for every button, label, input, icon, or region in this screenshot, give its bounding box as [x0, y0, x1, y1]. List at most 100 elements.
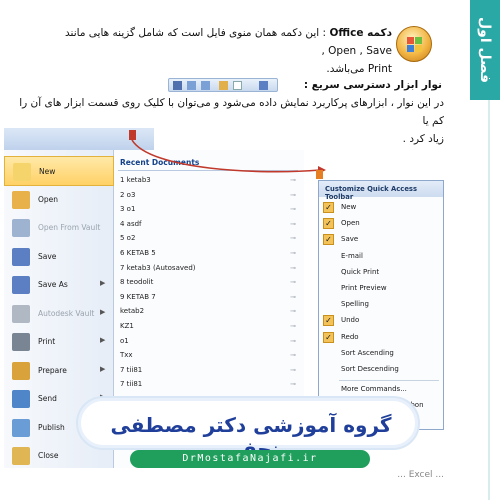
qat-option-label: Sort Descending	[341, 365, 399, 373]
qat-option-print-preview[interactable]: Print Preview	[319, 282, 443, 295]
pin-icon[interactable]: ⊸	[290, 366, 296, 374]
recent-document-item[interactable]: 4 asdf ⊸	[120, 220, 300, 233]
watermark-banner: گروه آموزشی دکتر مصطفی نجفی	[78, 398, 418, 461]
office-menu-item-prepare[interactable]: Prepare ▶	[4, 356, 114, 386]
menu-item-label: Autodesk Vault	[38, 308, 95, 318]
office-menu-item-print[interactable]: Print ▶	[4, 327, 114, 357]
recent-document-label: 2 o3	[120, 190, 136, 199]
office-menu-item-new[interactable]: New	[4, 156, 114, 186]
recent-document-item[interactable]: 7 ketab3 (Autosaved) ⊸	[120, 264, 300, 277]
pin-icon[interactable]: ⊸	[290, 234, 296, 242]
qat-option-new[interactable]: ✓ New	[319, 201, 443, 214]
pin-icon[interactable]: ⊸	[290, 380, 296, 388]
menu-item-icon	[12, 219, 30, 237]
recent-document-label: 5 o2	[120, 234, 136, 243]
recent-document-label: 9 KETAB 7	[120, 292, 156, 301]
qat-heading-line: نوار ابزار دسترسی سریع :	[282, 76, 442, 94]
checkmark-icon: ✓	[323, 202, 334, 213]
menu-item-label: Print	[38, 337, 56, 346]
pin-icon[interactable]: ⊸	[290, 264, 296, 272]
qat-line-1: در این نوار ، ابزارهای پرکاربرد نمایش دا…	[19, 97, 444, 127]
menu-item-icon	[12, 361, 30, 380]
pin-icon[interactable]: ⊸	[290, 307, 296, 315]
menu-item-label: Prepare	[38, 365, 67, 375]
office-button-icon	[396, 26, 432, 62]
office-menu-item-open[interactable]: Open	[4, 185, 114, 215]
customize-qat-menu: Customize Quick Access Toolbar ✓ New ✓ Open…	[318, 180, 444, 430]
pin-icon[interactable]: ⊸	[290, 205, 296, 213]
menu-item-label: Close	[38, 451, 59, 460]
recent-divider	[118, 170, 298, 171]
qat-option-more-commands-[interactable]: More Commands...	[319, 383, 443, 396]
menu-item-label: New	[39, 167, 56, 176]
recent-document-label: 4 asdf	[120, 219, 142, 228]
chapter-tab: فصل اول	[452, 0, 500, 500]
qat-option-sort-descending[interactable]: Sort Descending	[319, 363, 443, 376]
pin-icon[interactable]: ⊸	[290, 322, 296, 330]
chapter-tab-label: فصل اول	[477, 17, 493, 83]
qat-option-label: E-mail	[341, 251, 363, 260]
recent-document-item[interactable]: 8 teodolit ⊸	[120, 278, 300, 291]
menu-item-label: Publish	[38, 422, 65, 432]
menu-item-label: Save As	[38, 280, 68, 289]
qat-option-save[interactable]: ✓ Save	[319, 233, 443, 246]
checkmark-icon: ✓	[323, 234, 334, 246]
pin-icon[interactable]: ⊸	[290, 220, 296, 228]
recent-document-label: 1 ketab3	[120, 176, 151, 184]
qat-option-label: Quick Print	[341, 267, 380, 276]
recent-document-label: 7 tii81	[120, 380, 143, 389]
office-menu-item-autodesk-vault[interactable]: Autodesk Vault ▶	[4, 299, 114, 329]
recent-document-item[interactable]: KZ1 ⊸	[120, 322, 300, 335]
qat-option-label: Open	[341, 219, 360, 228]
qat-option-open[interactable]: ✓ Open	[319, 217, 443, 230]
menu-item-label: Open From Vault	[38, 223, 101, 232]
menu-item-label: Send	[38, 394, 57, 403]
recent-document-label: 7 tii81	[120, 365, 143, 374]
menu-item-icon	[12, 333, 30, 351]
pin-icon[interactable]: ⊸	[290, 278, 296, 286]
pin-icon[interactable]: ⊸	[290, 351, 296, 359]
recent-document-item[interactable]: 5 o2 ⊸	[120, 234, 300, 247]
recent-document-item[interactable]: ketab2 ⊸	[120, 307, 300, 320]
recent-document-item[interactable]: Txx ⊸	[120, 351, 300, 364]
qat-option-sort-ascending[interactable]: Sort Ascending	[319, 347, 443, 360]
recent-document-label: 3 o1	[120, 205, 136, 214]
pin-icon[interactable]: ⊸	[290, 293, 296, 301]
menu-item-icon	[12, 247, 30, 266]
recent-document-label: 7 ketab3 (Autosaved)	[120, 263, 196, 272]
recent-document-item[interactable]: 7 tii81 ⊸	[120, 380, 300, 393]
chapter-tab-line	[488, 100, 490, 500]
menu-item-label: Open	[38, 194, 59, 204]
office-heading: دکمه Office	[329, 27, 392, 39]
menu-item-icon	[12, 190, 30, 209]
qat-option-label: Print Preview	[341, 284, 387, 292]
recent-document-label: o1	[120, 336, 129, 345]
office-menu-item-save[interactable]: Save	[4, 242, 114, 272]
office-menu-item-save-as[interactable]: Save As ▶	[4, 270, 114, 300]
qat-option-redo[interactable]: ✓ Redo	[319, 331, 443, 344]
recent-document-item[interactable]: 2 o3 ⊸	[120, 191, 300, 204]
recent-document-item[interactable]: 3 o1 ⊸	[120, 205, 300, 218]
recent-document-item[interactable]: o1 ⊸	[120, 337, 300, 350]
recent-documents-title: Recent Documents	[120, 158, 200, 167]
pin-icon[interactable]: ⊸	[290, 249, 296, 257]
qat-option-e-mail[interactable]: E-mail	[319, 250, 443, 263]
window-titlebar	[4, 128, 154, 150]
pin-icon[interactable]: ⊸	[290, 191, 296, 199]
pin-icon[interactable]: ⊸	[290, 176, 296, 184]
pin-icon[interactable]: ⊸	[290, 337, 296, 345]
menu-item-icon	[12, 304, 30, 323]
menu-item-icon	[12, 418, 30, 437]
recent-document-item[interactable]: 6 KETAB 5 ⊸	[120, 249, 300, 262]
qat-option-undo[interactable]: ✓ Undo	[319, 314, 443, 327]
website-link[interactable]: DrMostafaNajafi.ir	[130, 450, 370, 468]
recent-document-label: KZ1	[120, 322, 134, 330]
office-menu-item-open-from-vault[interactable]: Open From Vault	[4, 213, 114, 243]
menu-separator	[339, 380, 439, 382]
recent-document-item[interactable]: 7 tii81 ⊸	[120, 366, 300, 379]
qat-option-spelling[interactable]: Spelling	[319, 298, 443, 311]
recent-document-item[interactable]: 1 ketab3 ⊸	[120, 176, 300, 189]
submenu-arrow-icon: ▶	[100, 364, 106, 373]
qat-option-quick-print[interactable]: Quick Print	[319, 266, 443, 279]
recent-document-item[interactable]: 9 KETAB 7 ⊸	[120, 293, 300, 306]
